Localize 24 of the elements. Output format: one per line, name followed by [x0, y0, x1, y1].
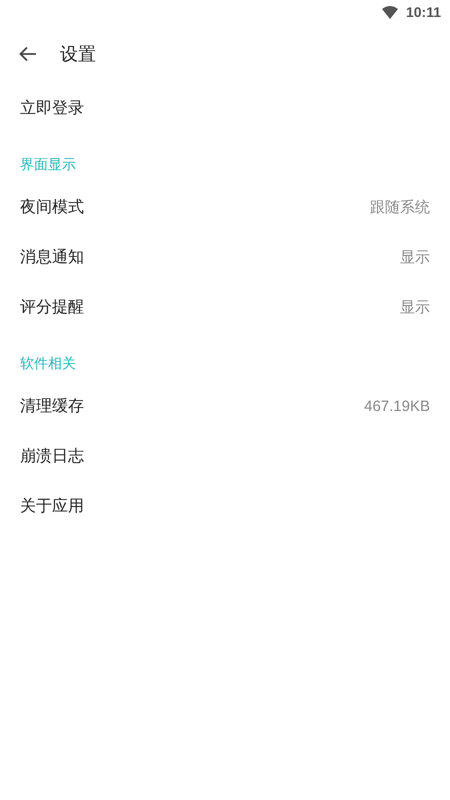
settings-item[interactable]: 夜间模式 跟随系统 — [0, 183, 450, 233]
settings-item[interactable]: 消息通知 显示 — [0, 233, 450, 283]
item-value: 跟随系统 — [370, 198, 430, 218]
item-label: 立即登录 — [20, 98, 84, 119]
item-value: 467.19KB — [364, 396, 430, 417]
screen-title: 设置 — [60, 42, 96, 66]
section-header: 界面显示 — [20, 155, 77, 174]
item-label: 关于应用 — [20, 496, 84, 517]
item-label: 清理缓存 — [20, 396, 84, 417]
item-value: 显示 — [400, 248, 430, 268]
settings-item[interactable]: 关于应用 — [0, 482, 450, 532]
settings-item[interactable]: 立即登录 — [0, 84, 450, 134]
item-label: 崩溃日志 — [20, 446, 84, 467]
item-label: 夜间模式 — [20, 198, 84, 218]
back-arrow-icon — [19, 46, 37, 62]
section-header: 软件相关 — [20, 354, 77, 373]
settings-item[interactable]: 评分提醒 显示 — [0, 283, 450, 333]
item-label: 消息通知 — [20, 248, 84, 268]
wifi-icon — [382, 6, 398, 18]
item-label: 评分提醒 — [20, 298, 84, 318]
clock-time: 10:11 — [406, 2, 441, 22]
settings-item[interactable]: 崩溃日志 — [0, 432, 450, 482]
item-value: 显示 — [400, 298, 430, 318]
settings-item[interactable]: 清理缓存 467.19KB — [0, 382, 450, 432]
